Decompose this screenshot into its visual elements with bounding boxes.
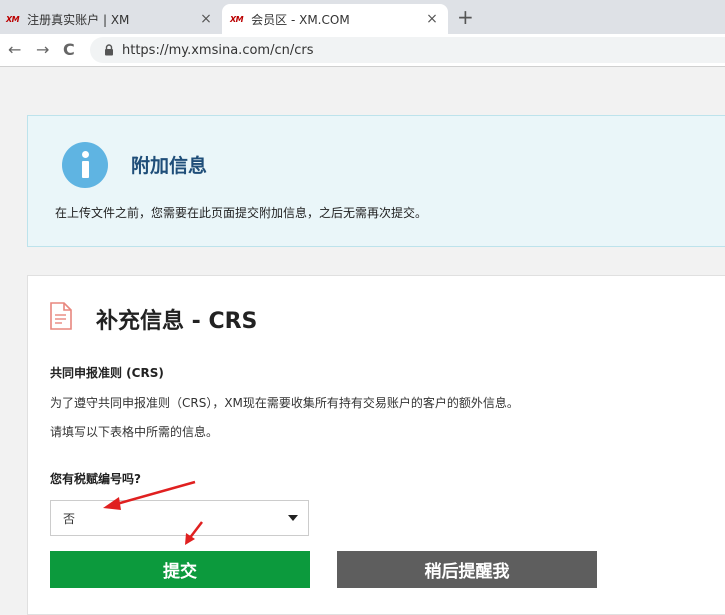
- crs-title: 补充信息 - CRS: [96, 309, 258, 334]
- caret-down-icon: [288, 515, 298, 521]
- annotation-arrow-icon: [185, 521, 203, 545]
- document-icon: [50, 302, 72, 330]
- crs-section-label: 共同申报准则 (CRS): [50, 366, 164, 380]
- tab-title: 会员区 - XM.COM: [251, 12, 350, 27]
- browser-tab-member-area[interactable]: XM 会员区 - XM.COM ×: [222, 4, 448, 34]
- address-bar[interactable]: https://my.xmsina.com/cn/crs: [90, 37, 725, 63]
- submit-button[interactable]: 提交: [50, 551, 310, 588]
- new-tab-button[interactable]: +: [457, 5, 474, 29]
- browser-toolbar: ← → C https://my.xmsina.com/cn/crs: [0, 34, 725, 67]
- crs-instruction: 请填写以下表格中所需的信息。: [50, 425, 219, 439]
- annotation-arrow-icon: [103, 480, 196, 510]
- browser-tab-register[interactable]: XM 注册真实账户 | XM ×: [0, 4, 222, 34]
- lock-icon: [104, 41, 114, 60]
- back-arrow-icon[interactable]: ←: [8, 39, 21, 61]
- crs-form-card: 补充信息 - CRS 共同申报准则 (CRS) 为了遵守共同申报准则（CRS），…: [27, 275, 725, 615]
- crs-description: 为了遵守共同申报准则（CRS），XM现在需要收集所有持有交易账户的客户的额外信息…: [50, 396, 519, 410]
- info-title: 附加信息: [131, 155, 208, 177]
- url-text: https://my.xmsina.com/cn/crs: [122, 42, 314, 58]
- info-text: 在上传文件之前，您需要在此页面提交附加信息，之后无需再次提交。: [55, 206, 428, 220]
- info-icon: [62, 142, 108, 188]
- xm-favicon-icon: XM: [6, 14, 20, 24]
- remind-later-button[interactable]: 稍后提醒我: [337, 551, 597, 588]
- info-panel: 附加信息 在上传文件之前，您需要在此页面提交附加信息，之后无需再次提交。: [27, 115, 725, 247]
- xm-favicon-icon: XM: [230, 14, 244, 24]
- tab-title: 注册真实账户 | XM: [27, 12, 130, 27]
- close-icon[interactable]: ×: [422, 11, 442, 27]
- reload-icon[interactable]: C: [63, 39, 75, 61]
- forward-arrow-icon[interactable]: →: [36, 39, 49, 61]
- close-icon[interactable]: ×: [196, 11, 216, 27]
- browser-tab-bar: XM 注册真实账户 | XM × XM 会员区 - XM.COM × +: [0, 0, 725, 34]
- page-content: 附加信息 在上传文件之前，您需要在此页面提交附加信息，之后无需再次提交。 补充信…: [0, 67, 725, 615]
